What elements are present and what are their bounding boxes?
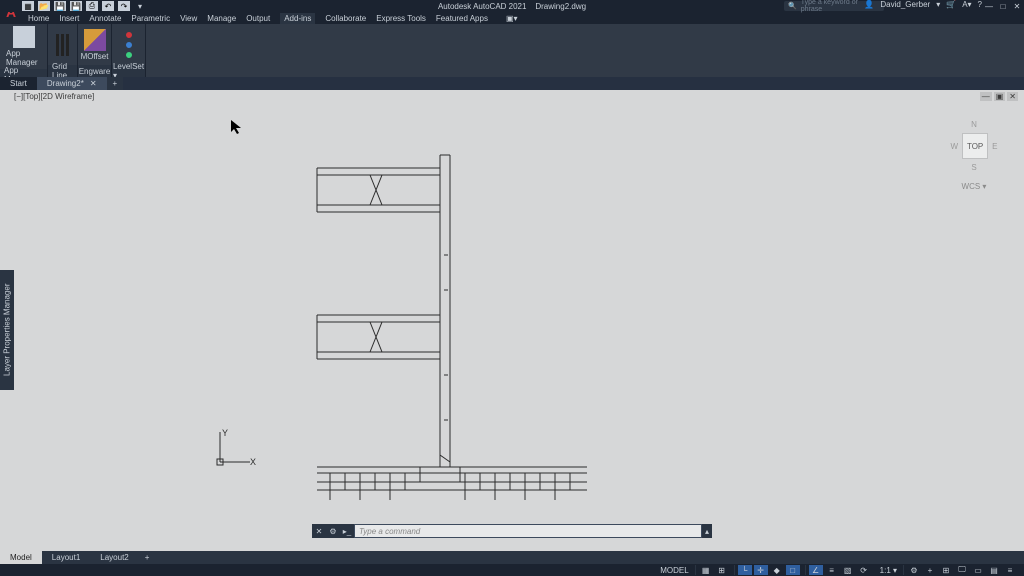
panel-title-engware: Engware [78,65,111,77]
levelset-buttons[interactable] [124,30,134,60]
document-tab-label: Drawing2* [47,79,84,88]
qat-more-icon[interactable]: ▾ [134,1,146,11]
a360-icon[interactable]: 🛒 [946,0,956,9]
signin-icon[interactable]: 👤 [864,0,874,9]
status-lwt-icon[interactable]: ≡ [825,565,839,575]
cmd-recent-icon[interactable]: ▸_ [340,524,354,538]
tab-home[interactable]: Home [28,14,49,23]
tab-collaborate[interactable]: Collaborate [325,14,366,23]
qat-undo-icon[interactable]: ↶ [102,1,114,11]
status-ws-icon[interactable]: ⊞ [939,565,953,575]
app-manager-label: App Manager [6,49,41,67]
username-label[interactable]: David_Gerber [880,0,930,9]
layout-tab-layout1[interactable]: Layout1 [42,551,90,564]
cmd-close-icon[interactable]: ✕ [312,524,326,538]
close-button[interactable]: ✕ [1010,0,1024,12]
tab-add-ins[interactable]: Add-ins [280,13,315,24]
start-tab-label: Start [10,79,27,88]
app-manager-icon [13,26,35,48]
status-grid-icon[interactable]: ▦ [699,565,713,575]
status-osnap-icon[interactable]: □ [786,565,800,575]
layout-tab-model[interactable]: Model [0,551,42,564]
ribbon-panel-cycle-icon[interactable]: ▣▾ [506,14,518,23]
grid-line-icon [56,34,70,56]
ribbon: App Manager App Manager Grid Line MOffse… [0,24,1024,77]
app-title-doc: Drawing2.dwg [535,2,586,11]
status-isodraft-icon[interactable]: ◆ [770,565,784,575]
close-tab-icon[interactable]: ✕ [90,79,97,88]
status-transparency-icon[interactable]: ▧ [841,565,855,575]
qat-print-icon[interactable]: ⎙ [86,1,98,11]
qat-new-icon[interactable]: ▦ [22,1,34,11]
command-line[interactable]: ✕ ⚙ ▸_ Type a command ▴ [312,524,712,538]
status-annomon-icon[interactable]: + [923,565,937,575]
svg-text:Y: Y [222,428,228,438]
qat-redo-icon[interactable]: ↷ [118,1,130,11]
app-exchange-icon[interactable]: A▾ [962,0,971,9]
app-title: Autodesk AutoCAD 2021 Drawing2.dwg [438,2,586,11]
title-bar: ▦ 📂 💾 💾 ⎙ ↶ ↷ ▾ Autodesk AutoCAD 2021 Dr… [0,0,1024,12]
drawing-content: Y X [0,90,1024,563]
tab-view[interactable]: View [180,14,197,23]
status-polar-icon[interactable]: ✛ [754,565,768,575]
app-title-prefix: Autodesk AutoCAD 2021 [438,2,527,11]
app-manager-button[interactable]: App Manager [6,26,41,67]
moffset-label: MOffset [81,52,109,61]
document-tab[interactable]: Drawing2* ✕ [37,77,107,90]
user-dropdown-icon[interactable]: ▾ [936,0,940,9]
layout-tabs: Model Layout1 Layout2 + [0,551,1024,564]
document-tabs: Start Drawing2* ✕ + [0,77,1024,90]
status-model-label[interactable]: MODEL [656,566,692,575]
qat-save-icon[interactable]: 💾 [54,1,66,11]
moffset-icon [84,29,106,51]
status-monitor-icon[interactable]: 🖵 [955,565,969,575]
status-customize-icon[interactable]: ≡ [1003,565,1017,575]
qat-saveas-icon[interactable]: 💾 [70,1,82,11]
status-units-icon[interactable]: ▭ [971,565,985,575]
tab-insert[interactable]: Insert [59,14,79,23]
status-cycling-icon[interactable]: ⟳ [857,565,871,575]
tab-parametric[interactable]: Parametric [131,14,170,23]
tab-featured-apps[interactable]: Featured Apps [436,14,488,23]
panel-title-levelset[interactable]: LevelSet ▾ [112,65,145,77]
command-placeholder: Type a command [359,527,420,536]
qat-open-icon[interactable]: 📂 [38,1,50,11]
status-bar: MODEL ▦ ⊞ └ ✛ ◆ □ ∠ ≡ ▧ ⟳ 1:1 ▾ ⚙ + ⊞ 🖵 … [0,564,1024,576]
status-ortho-icon[interactable]: └ [738,565,752,575]
cmd-customize-icon[interactable]: ⚙ [326,524,340,538]
tab-output[interactable]: Output [246,14,270,23]
search-icon: 🔍 [788,2,797,10]
ribbon-tabs: Home Insert Annotate Parametric View Man… [0,12,1024,24]
new-tab-button[interactable]: + [107,77,124,90]
grid-line-button[interactable] [56,34,70,56]
layout-tab-add[interactable]: + [139,551,156,564]
status-snapmode-icon[interactable]: ⊞ [715,565,729,575]
status-qp-icon[interactable]: ▤ [987,565,1001,575]
start-tab[interactable]: Start [0,77,37,90]
tab-annotate[interactable]: Annotate [89,14,121,23]
tab-manage[interactable]: Manage [207,14,236,23]
panel-title-grid-line: Grid Line [48,65,77,77]
status-otrack-icon[interactable]: ∠ [809,565,823,575]
moffset-button[interactable]: MOffset [81,29,109,61]
status-gear-icon[interactable]: ⚙ [907,565,921,575]
status-annoscale[interactable]: 1:1 ▾ [876,566,901,575]
minimize-button[interactable]: — [982,0,996,12]
drawing-area[interactable]: [−][Top][2D Wireframe] — ▣ ✕ Layer Prope… [0,90,1024,563]
svg-text:X: X [250,457,256,467]
command-input[interactable]: Type a command [355,525,701,537]
maximize-button[interactable]: □ [996,0,1010,12]
layout-tab-layout2[interactable]: Layout2 [90,551,138,564]
tab-express-tools[interactable]: Express Tools [376,14,426,23]
cmd-expand-icon[interactable]: ▴ [702,524,712,538]
